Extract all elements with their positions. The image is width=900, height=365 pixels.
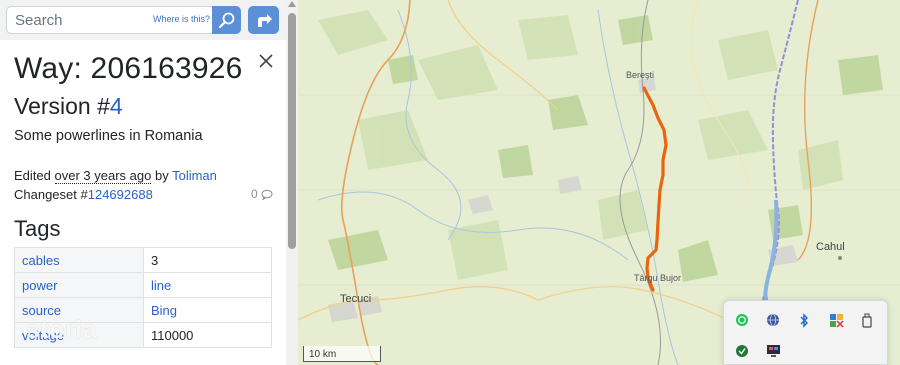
tag-value: Bing bbox=[143, 297, 272, 323]
tag-value-link[interactable]: line bbox=[151, 278, 171, 293]
edited-prefix: Edited bbox=[14, 168, 51, 183]
directions-button[interactable] bbox=[248, 6, 279, 34]
globe-icon[interactable] bbox=[765, 312, 781, 328]
sidebar-scrollbar[interactable] bbox=[286, 0, 298, 365]
whatsapp-icon[interactable] bbox=[734, 312, 750, 328]
comment-icon bbox=[261, 189, 273, 200]
search-icon bbox=[218, 12, 234, 29]
comments-count-value: 0 bbox=[251, 187, 258, 201]
search-bar: Where is this? bbox=[0, 0, 286, 40]
display-icon[interactable] bbox=[765, 343, 781, 359]
tag-value-link[interactable]: Bing bbox=[151, 303, 177, 318]
bluetooth-icon[interactable] bbox=[796, 312, 812, 328]
app-icon[interactable] bbox=[734, 343, 750, 359]
system-tray-popup bbox=[723, 300, 888, 365]
tag-key[interactable]: cables bbox=[14, 247, 144, 273]
tag-value: 3 bbox=[143, 247, 272, 273]
changeset-info: Changeset #124692688 bbox=[14, 187, 153, 202]
changeset-prefix: Changeset # bbox=[14, 187, 88, 202]
sidebar: Where is this? Way: 206163926 Version #4… bbox=[0, 0, 298, 365]
close-button[interactable] bbox=[256, 51, 276, 71]
tag-value: 110000 bbox=[143, 322, 272, 348]
scroll-up-icon[interactable] bbox=[288, 1, 296, 7]
edited-info: Edited over 3 years ago by Toliman bbox=[14, 168, 217, 184]
table-row: power line bbox=[14, 272, 272, 298]
changeset-link[interactable]: 124692688 bbox=[88, 187, 153, 202]
close-icon bbox=[259, 54, 273, 68]
table-row: cables 3 bbox=[14, 247, 272, 273]
security-icon[interactable] bbox=[828, 312, 844, 328]
comments-count: 0 bbox=[251, 187, 273, 201]
place-label-beresti: Berești bbox=[626, 70, 655, 80]
place-label-tecuci: Tecuci bbox=[340, 293, 372, 305]
place-label-targu-bujor: Târgu Bujor bbox=[634, 273, 682, 283]
directions-icon bbox=[257, 14, 272, 27]
feature-comment: Some powerlines in Romania bbox=[14, 128, 203, 144]
user-link[interactable]: Toliman bbox=[172, 168, 217, 183]
edited-time: over 3 years ago bbox=[54, 168, 152, 184]
version-link[interactable]: 4 bbox=[110, 93, 123, 119]
version-heading: Version #4 bbox=[14, 93, 123, 120]
scroll-thumb[interactable] bbox=[288, 13, 296, 249]
usb-icon[interactable] bbox=[859, 312, 875, 328]
tags-heading: Tags bbox=[14, 216, 61, 241]
map-scale: 10 km bbox=[303, 346, 381, 362]
tag-key[interactable]: power bbox=[14, 272, 144, 298]
search-button[interactable] bbox=[212, 6, 241, 34]
where-is-this-link[interactable]: Where is this? bbox=[153, 14, 210, 24]
map-view[interactable]: Berești Târgu Bujor Cahul Tecuci 10 km bbox=[298, 0, 900, 365]
version-prefix: Version # bbox=[14, 93, 110, 119]
tag-value: line bbox=[143, 272, 272, 298]
watermark: storia bbox=[26, 316, 98, 344]
edited-by: by bbox=[154, 168, 169, 183]
place-label-cahul: Cahul bbox=[816, 241, 845, 253]
feature-title: Way: 206163926 bbox=[14, 52, 243, 85]
